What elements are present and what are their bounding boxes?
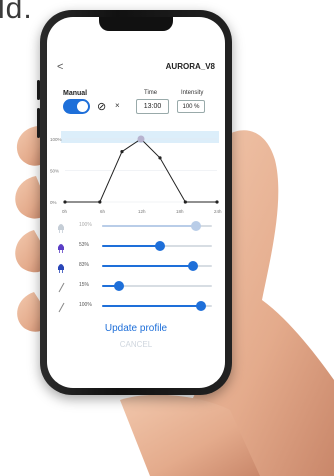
hand-overlap bbox=[0, 0, 334, 476]
photo-stage: ld. < AURORA_V8 Manual ⊘ × Time 13:00 In… bbox=[0, 0, 334, 476]
